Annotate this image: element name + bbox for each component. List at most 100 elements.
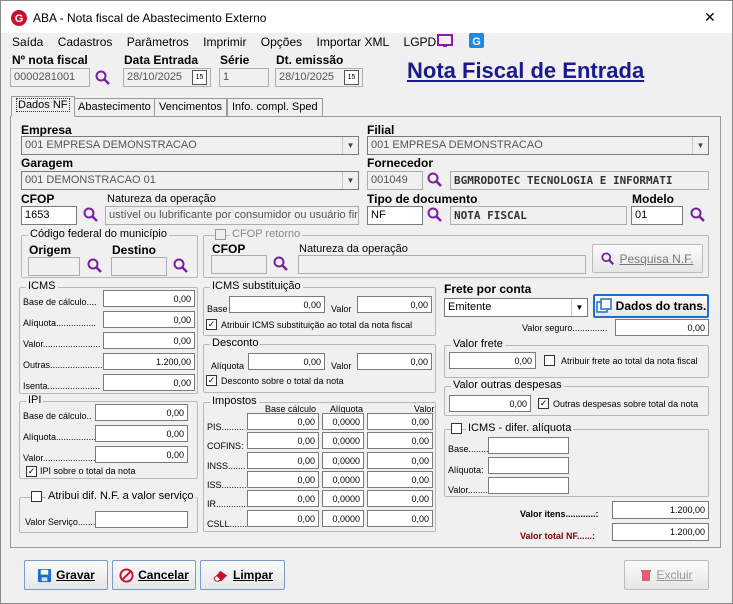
impostos-aliquota-input[interactable]: 0,0000 bbox=[322, 470, 364, 488]
desconto-checkbox[interactable]: ✓ bbox=[206, 375, 217, 386]
icms-row-input[interactable]: 0,00 bbox=[103, 374, 195, 391]
eraser-icon bbox=[213, 570, 228, 582]
serie-input[interactable]: 1 bbox=[219, 68, 269, 87]
icms-st-checkbox[interactable]: ✓ bbox=[206, 319, 217, 330]
excluir-button[interactable]: Excluir bbox=[624, 560, 709, 590]
g-logo-icon[interactable]: G bbox=[469, 33, 484, 48]
search-icon[interactable] bbox=[83, 207, 99, 223]
impostos-valor-input[interactable]: 0,00 bbox=[367, 451, 433, 469]
desconto-aliquota-input[interactable]: 0,00 bbox=[248, 353, 325, 370]
impostos-valor-input[interactable]: 0,00 bbox=[367, 509, 433, 527]
impostos-aliquota-input[interactable]: 0,0000 bbox=[322, 490, 364, 508]
menu-saida[interactable]: Saída bbox=[12, 35, 43, 49]
monitor-icon[interactable] bbox=[437, 34, 453, 48]
gravar-button[interactable]: Gravar bbox=[24, 560, 108, 590]
cfop-retorno-checkbox[interactable] bbox=[215, 229, 226, 240]
ipi-row-input[interactable]: 0,00 bbox=[95, 404, 188, 421]
menu-lgpd[interactable]: LGPD bbox=[404, 35, 437, 49]
desconto-title: Desconto bbox=[210, 337, 261, 349]
calendar-icon[interactable]: 15 bbox=[192, 70, 207, 85]
search-icon[interactable] bbox=[427, 172, 443, 188]
icms-row-input[interactable]: 1.200,00 bbox=[103, 353, 195, 370]
menu-importar-xml[interactable]: Importar XML bbox=[317, 35, 390, 49]
impostos-aliquota-input[interactable]: 0,0000 bbox=[322, 413, 364, 430]
fornecedor-code-input[interactable]: 001049 bbox=[367, 171, 423, 190]
impostos-aliquota-input[interactable]: 0,0000 bbox=[322, 451, 364, 469]
cfop-retorno-input[interactable] bbox=[211, 255, 267, 274]
tab-dados-nf[interactable]: Dados NF bbox=[11, 96, 75, 117]
icms-difer-valor-label: Valor........ bbox=[448, 485, 488, 495]
tipo-doc-input[interactable]: NF bbox=[367, 206, 423, 225]
impostos-base-input[interactable]: 0,00 bbox=[247, 470, 319, 488]
empresa-select[interactable]: 001 EMPRESA DEMONSTRACAO ▼ bbox=[21, 136, 359, 155]
icms-row-input[interactable]: 0,00 bbox=[103, 311, 195, 328]
ipi-row-label: Valor....................... bbox=[23, 453, 101, 463]
ipi-row-input[interactable]: 0,00 bbox=[95, 425, 188, 442]
garagem-select[interactable]: 001 DEMONSTRACAO 01 ▼ bbox=[21, 171, 359, 190]
menu-opcoes[interactable]: Opções bbox=[261, 35, 302, 49]
icms-row-input[interactable]: 0,00 bbox=[103, 332, 195, 349]
filial-select[interactable]: 001 EMPRESA DEMONSTRACAO ▼ bbox=[367, 136, 709, 155]
icms-difer-aliquota-input[interactable] bbox=[488, 457, 569, 474]
destino-input[interactable] bbox=[111, 257, 167, 276]
ipi-row-input[interactable]: 0,00 bbox=[95, 446, 188, 463]
impostos-base-input[interactable]: 0,00 bbox=[247, 451, 319, 469]
limpar-button[interactable]: Limpar bbox=[200, 560, 285, 590]
impostos-aliquota-input[interactable]: 0,0000 bbox=[322, 509, 364, 527]
tab-label: Info. compl. Sped bbox=[232, 101, 318, 113]
icms-st-base-input[interactable]: 0,00 bbox=[229, 296, 325, 313]
icms-row-input[interactable]: 0,00 bbox=[103, 290, 195, 307]
dados-trans-button[interactable]: Dados do trans. bbox=[593, 294, 709, 318]
save-icon bbox=[38, 568, 52, 582]
cancelar-button[interactable]: Cancelar bbox=[112, 560, 196, 590]
frete-checkbox[interactable] bbox=[544, 355, 555, 366]
search-icon[interactable] bbox=[427, 207, 443, 223]
gravar-label: Gravar bbox=[56, 568, 95, 582]
valor-frete-input[interactable]: 0,00 bbox=[449, 352, 536, 369]
impostos-valor-input[interactable]: 0,00 bbox=[367, 413, 433, 430]
icms-difer-checkbox[interactable] bbox=[451, 423, 462, 434]
seguro-input[interactable]: 0,00 bbox=[615, 319, 709, 336]
search-icon[interactable] bbox=[173, 258, 189, 274]
impostos-valor-input[interactable]: 0,00 bbox=[367, 432, 433, 450]
impostos-base-input[interactable]: 0,00 bbox=[247, 509, 319, 527]
outras-input[interactable]: 0,00 bbox=[449, 395, 531, 412]
valor-servico-input[interactable] bbox=[95, 511, 188, 528]
tab-abastecimento[interactable]: Abastecimento bbox=[73, 98, 156, 116]
menu-imprimir[interactable]: Imprimir bbox=[203, 35, 246, 49]
nota-input[interactable]: 0000281001 bbox=[10, 68, 90, 87]
impostos-aliquota-input[interactable]: 0,0000 bbox=[322, 432, 364, 450]
ipi-row-label: Base de cálculo.. bbox=[23, 411, 92, 421]
impostos-valor-input[interactable]: 0,00 bbox=[367, 470, 433, 488]
search-icon[interactable] bbox=[95, 70, 111, 86]
menu-parametros[interactable]: Parâmetros bbox=[127, 35, 189, 49]
impostos-row-label: IR............. bbox=[207, 499, 249, 510]
impostos-valor-input[interactable]: 0,00 bbox=[367, 490, 433, 508]
icms-difer-valor-input[interactable] bbox=[488, 477, 569, 494]
search-icon[interactable] bbox=[87, 258, 103, 274]
limpar-label: Limpar bbox=[232, 568, 273, 582]
ipi-checkbox[interactable]: ✓ bbox=[26, 466, 37, 477]
pesquisa-nf-button[interactable]: Pesquisa N.F. bbox=[592, 244, 703, 273]
search-icon[interactable] bbox=[690, 207, 706, 223]
atribui-checkbox[interactable] bbox=[31, 491, 42, 502]
frete-select[interactable]: Emitente ▼ bbox=[444, 298, 588, 317]
origem-input[interactable] bbox=[28, 257, 80, 276]
icms-difer-base-input[interactable] bbox=[488, 437, 569, 454]
impostos-base-input[interactable]: 0,00 bbox=[247, 490, 319, 508]
desconto-valor-input[interactable]: 0,00 bbox=[357, 353, 432, 370]
modelo-input[interactable]: 01 bbox=[631, 206, 683, 225]
tab-info-sped[interactable]: Info. compl. Sped bbox=[227, 98, 323, 116]
close-button[interactable]: ✕ bbox=[704, 9, 716, 26]
tab-vencimentos[interactable]: Vencimentos bbox=[154, 98, 227, 116]
cfop-input[interactable]: 1653 bbox=[21, 206, 77, 225]
menu-cadastros[interactable]: Cadastros bbox=[58, 35, 113, 49]
search-icon bbox=[601, 251, 615, 265]
main-window: G ABA - Nota fiscal de Abastecimento Ext… bbox=[0, 0, 733, 604]
calendar-icon[interactable]: 15 bbox=[344, 70, 359, 85]
icms-st-valor-input[interactable]: 0,00 bbox=[357, 296, 432, 313]
search-icon[interactable] bbox=[273, 256, 289, 272]
impostos-base-input[interactable]: 0,00 bbox=[247, 413, 319, 430]
outras-checkbox[interactable]: ✓ bbox=[538, 398, 549, 409]
impostos-base-input[interactable]: 0,00 bbox=[247, 432, 319, 450]
